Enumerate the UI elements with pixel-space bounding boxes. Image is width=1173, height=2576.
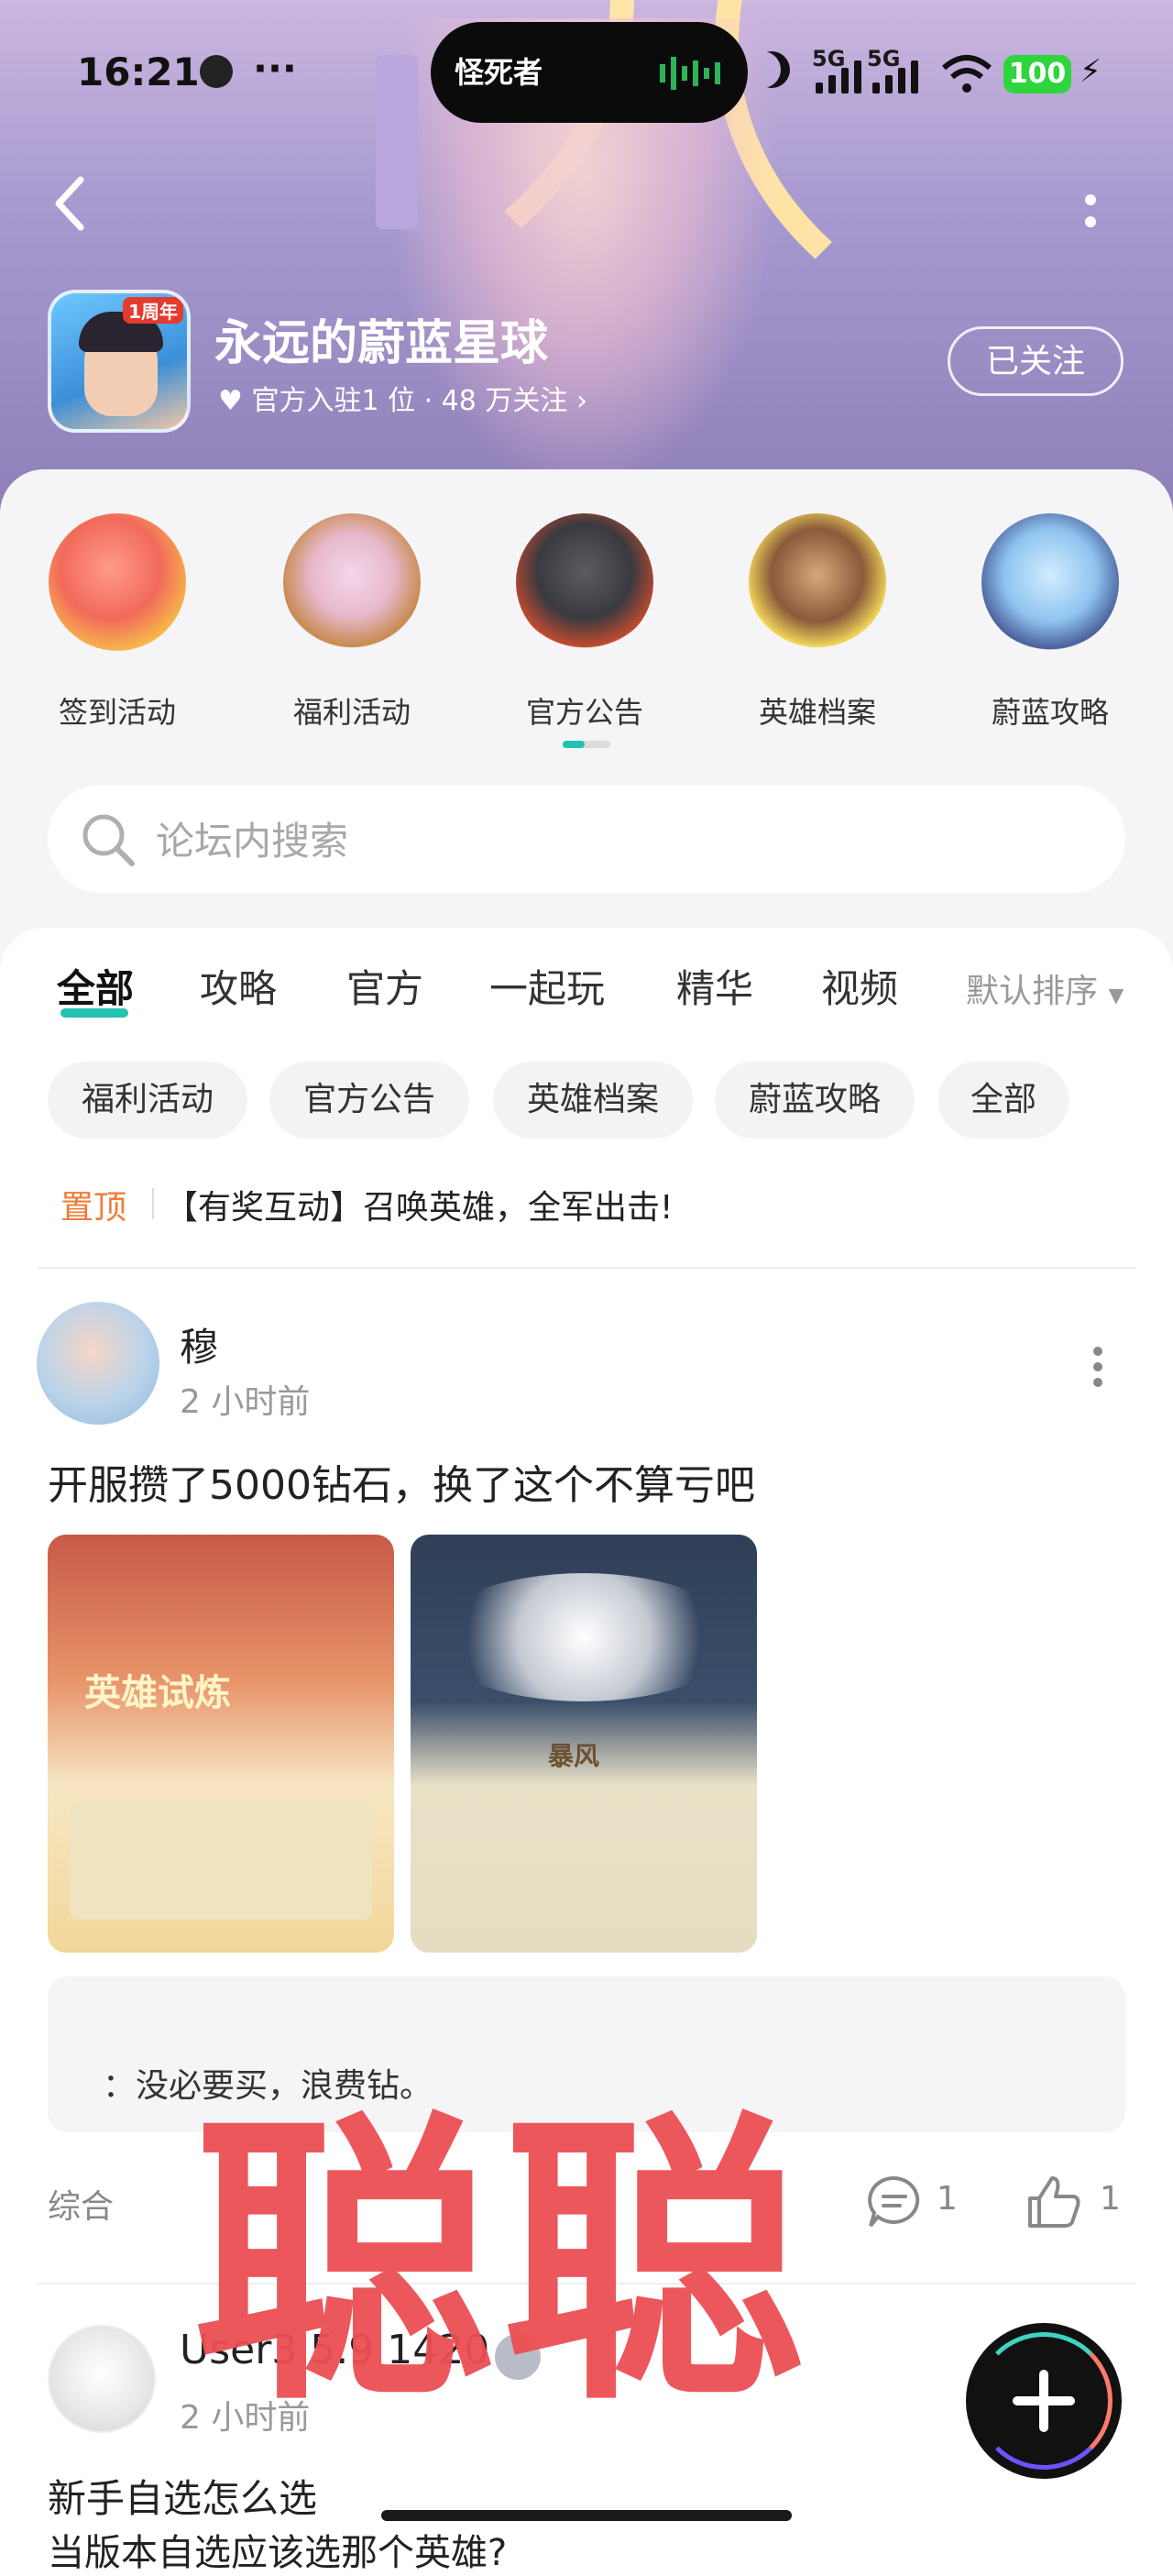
search-placeholder: 论坛内搜索 <box>156 819 349 864</box>
bear-girl-icon <box>283 513 421 651</box>
wifi-icon <box>942 55 992 93</box>
post-title[interactable]: 新手自选怎么选 <box>48 2468 317 2524</box>
home-indicator <box>381 2510 792 2521</box>
category-label: 福利活动 <box>292 695 411 730</box>
filter-chip[interactable]: 官方公告 <box>269 1062 469 1139</box>
post-time: 2 小时前 <box>180 1383 311 1421</box>
category-label: 英雄档案 <box>758 695 876 730</box>
charging-icon: ⚡ <box>1080 53 1102 90</box>
search-icon <box>82 814 135 866</box>
category-label: 官方公告 <box>525 695 643 730</box>
more-options-button[interactable] <box>1081 183 1118 238</box>
tab-play-together[interactable]: 一起玩 <box>489 958 605 1014</box>
game-icon: 1周年 <box>48 290 191 433</box>
clock: 16:21 <box>77 50 200 94</box>
comment-count: 1 <box>937 2180 958 2218</box>
post-title[interactable]: 开服攒了5000钻石，换了这个不算亏吧 <box>48 1452 755 1511</box>
more-notifications: ··· <box>253 46 297 91</box>
anniversary-badge: 1周年 <box>123 297 183 324</box>
moon-icon <box>753 51 790 88</box>
like-count: 1 <box>1100 2180 1121 2218</box>
category-signin[interactable]: 签到活动 <box>26 513 209 732</box>
category-hero-archive[interactable]: 英雄档案 <box>726 513 909 732</box>
reward-grid <box>70 1800 372 1920</box>
tab-all[interactable]: 全部 <box>57 958 134 1014</box>
post-excerpt[interactable]: 当版本自选应该选那个英雄? <box>48 2523 507 2576</box>
tab-guides[interactable]: 攻略 <box>200 958 277 1014</box>
watermark-overlay: 聪聪 <box>192 2088 812 2440</box>
back-button[interactable] <box>51 174 106 248</box>
heart-icon: ♥ <box>218 385 243 417</box>
island-logo: 怪死者 <box>455 55 543 90</box>
post-image-caption: 暴风 <box>548 1741 600 1771</box>
sort-label: 默认排序 <box>966 973 1099 1010</box>
category-label: 蔚蓝攻略 <box>991 695 1109 730</box>
post-image[interactable]: 暴风 <box>411 1535 757 1953</box>
category-welfare[interactable]: 福利活动 <box>260 513 444 732</box>
filter-chip[interactable]: 蔚蓝攻略 <box>715 1062 915 1139</box>
post-more-icon[interactable] <box>1092 1344 1103 1390</box>
divider <box>37 1267 1136 1269</box>
battery-indicator: 100 <box>1003 55 1071 94</box>
mermaid-gift-icon <box>49 513 186 651</box>
tab-video[interactable]: 视频 <box>821 958 898 1014</box>
filter-chip[interactable]: 福利活动 <box>48 1062 247 1139</box>
filter-chip[interactable]: 英雄档案 <box>493 1062 693 1139</box>
follow-button[interactable]: 已关注 <box>948 326 1124 396</box>
plus-icon <box>1013 2370 1075 2432</box>
category-scroll-indicator-active <box>563 741 585 748</box>
audio-wave-icon <box>660 57 720 90</box>
status-bar: 16:21 ··· 怪死者 5G 5G 100 ⚡ <box>0 0 1173 147</box>
category-guide[interactable]: 蔚蓝攻略 <box>959 513 1142 732</box>
forum-stats-link[interactable]: ♥ 官方入驻1 位 · 48 万关注 › <box>218 378 587 418</box>
sort-dropdown[interactable]: 默认排序 ▼ <box>966 964 1124 1012</box>
clock-icon <box>200 55 233 88</box>
category-announcement[interactable]: 官方公告 <box>493 513 676 732</box>
chevron-left-icon <box>55 176 84 231</box>
username[interactable]: 穆 <box>180 1316 218 1372</box>
new-post-button[interactable] <box>966 2323 1122 2479</box>
signal-icon <box>872 57 937 94</box>
tab-featured[interactable]: 精华 <box>676 958 753 1014</box>
active-tab-indicator <box>60 1008 128 1018</box>
forum-stats-text: 官方入驻1 位 · 48 万关注 <box>251 385 568 417</box>
avatar[interactable] <box>37 1302 159 1425</box>
chevron-right-icon: › <box>576 385 587 417</box>
wolf-knight-icon <box>516 513 653 651</box>
like-icon[interactable] <box>1025 2173 1083 2231</box>
post-tag[interactable]: 综合 <box>48 2180 114 2228</box>
fan-witch-icon <box>981 513 1119 651</box>
post-image-caption: 英雄试炼 <box>84 1672 231 1714</box>
dynamic-island: 怪死者 <box>431 22 748 123</box>
vertical-dots-icon <box>1085 194 1096 227</box>
hero-portrait <box>431 1573 737 1701</box>
caret-down-icon: ▼ <box>1108 985 1124 1007</box>
post-image[interactable]: 英雄试炼 <box>48 1535 394 1953</box>
laurel-hero-icon <box>749 513 886 651</box>
forum-title: 永远的蔚蓝星球 <box>214 316 549 371</box>
pinned-label: 置顶 <box>60 1189 127 1227</box>
divider <box>152 1188 154 1219</box>
avatar[interactable] <box>48 2325 156 2433</box>
filter-chip[interactable]: 全部 <box>938 1062 1069 1139</box>
pinned-post-link[interactable]: 【有奖互动】召唤英雄，全军出击! <box>165 1181 673 1228</box>
category-label: 签到活动 <box>58 695 176 730</box>
comment-icon[interactable] <box>865 2173 924 2231</box>
tab-official[interactable]: 官方 <box>346 958 423 1014</box>
